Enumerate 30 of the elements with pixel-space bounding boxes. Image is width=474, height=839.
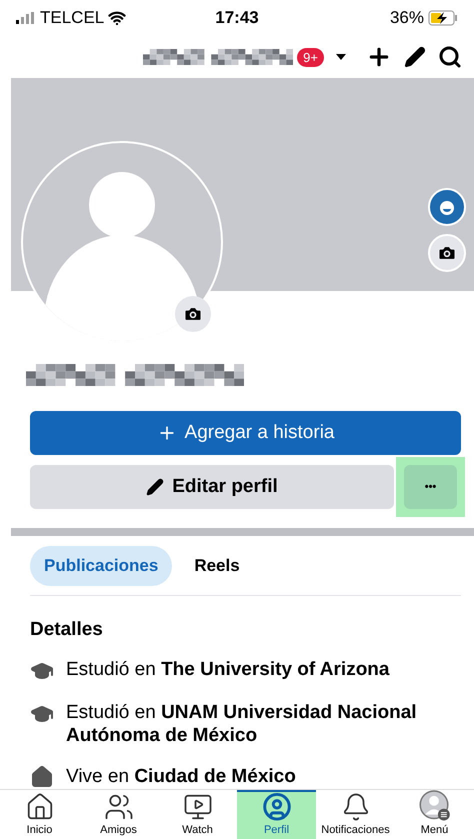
nav-tab[interactable]: Notificaciones xyxy=(316,790,395,839)
edit-icon[interactable] xyxy=(404,46,426,68)
camera-button[interactable] xyxy=(175,296,211,332)
house-icon xyxy=(30,765,54,789)
wifi-icon xyxy=(108,9,126,28)
detail-text: Estudió en The University of Arizona xyxy=(66,658,390,682)
nav-tab[interactable]: Watch xyxy=(158,790,237,839)
profile-icon xyxy=(262,792,292,822)
edit-profile-button[interactable]: Editar perfil xyxy=(30,465,394,510)
nav-tab[interactable]: Inicio xyxy=(0,790,79,839)
more-button[interactable]: ••• xyxy=(404,465,457,510)
nav-tab[interactable]: Perfil xyxy=(237,790,316,839)
nav-tab[interactable]: Menú xyxy=(395,790,474,839)
detail-text: Estudió en UNAM Universidad Nacional Autónoma de México xyxy=(66,701,418,748)
caret-icon[interactable] xyxy=(336,54,346,60)
clock: 17:43 xyxy=(214,7,260,30)
tab[interactable]: Publicaciones xyxy=(30,546,172,586)
detail-text: Vive en Ciudad de México xyxy=(66,765,296,788)
section-title: Detalles xyxy=(30,618,104,642)
avatar-icon xyxy=(438,198,456,216)
signal-icon xyxy=(16,12,36,24)
add-story-button[interactable]: Agregar a historia xyxy=(30,411,461,456)
search-icon[interactable] xyxy=(438,45,462,70)
pencil-icon xyxy=(146,478,164,496)
battery-percent: 36% xyxy=(390,7,424,30)
tab[interactable]: Reels xyxy=(180,546,254,586)
nav-tab[interactable]: Amigos xyxy=(79,790,158,839)
carrier-name: TELCEL xyxy=(40,7,104,30)
battery-icon xyxy=(428,10,458,26)
notification-badge: 9+ xyxy=(297,48,324,68)
